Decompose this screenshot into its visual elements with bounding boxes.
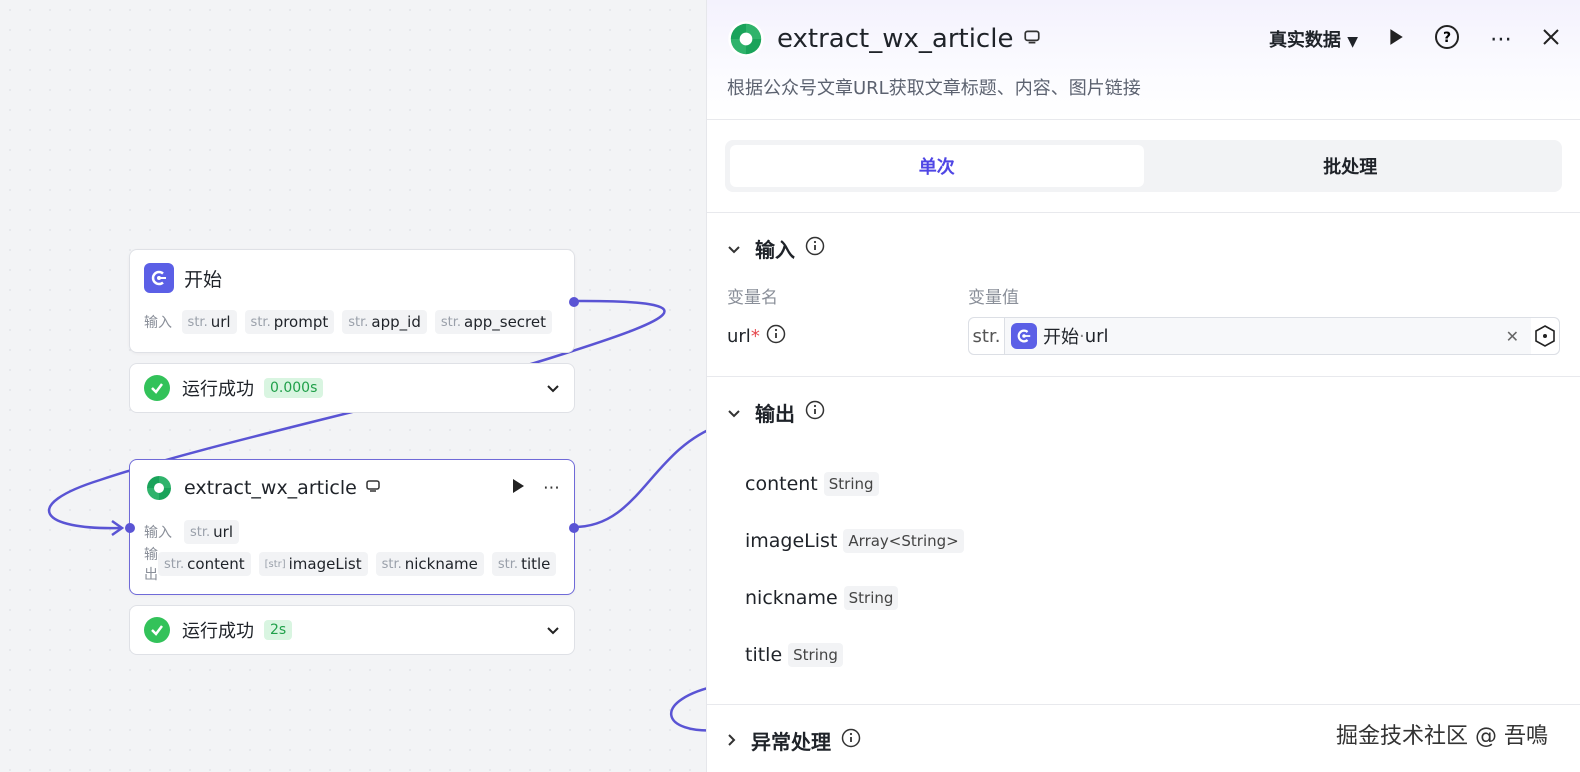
plugin-badge-icon: [1023, 28, 1041, 50]
wechat-plugin-icon: [144, 473, 174, 503]
start-node[interactable]: 开始 输入 str. url str. prompt str. app_id str.…: [129, 249, 579, 353]
panel-title: extract_wx_article: [777, 24, 1014, 54]
edge-arrow: [111, 519, 125, 537]
tab-batch[interactable]: 批处理: [1144, 145, 1558, 187]
node-detail-panel: extract_wx_article 真实数据 ▼ ? ⋯ 根据公众号文章URL…: [706, 0, 1580, 772]
col-name-header: 变量名: [727, 288, 778, 308]
output-item: content String: [745, 455, 1542, 512]
caret-down-icon: ▼: [1347, 34, 1358, 50]
ref-var-name: url: [1084, 325, 1109, 347]
watermark: 掘金技术社区 @ 吾鳴: [1336, 724, 1548, 749]
plugin-input-port[interactable]: [125, 523, 135, 533]
panel-description: 根据公众号文章URL获取文章标题、内容、图片链接: [727, 78, 1141, 99]
start-icon: [144, 263, 174, 293]
input-var-name: url: [727, 325, 751, 347]
plugin-output-chip: str. nickname: [375, 552, 484, 576]
plugin-output-chip: [str] imageList: [258, 552, 368, 576]
plugin-output-port[interactable]: [569, 523, 579, 533]
start-input-chip: str. app_secret: [434, 310, 552, 334]
plugin-output-chip: str. title: [491, 552, 557, 576]
input-section-title: 输入: [755, 237, 795, 262]
plugin-status[interactable]: 运行成功 2s: [129, 605, 575, 655]
input-section-header[interactable]: 输入: [727, 213, 1560, 283]
success-check-icon: [144, 617, 170, 643]
start-input-chip: str. app_id: [342, 310, 427, 334]
chevron-right-icon[interactable]: [727, 728, 737, 752]
plugin-badge-icon: [365, 478, 381, 498]
output-item: title String: [745, 626, 1542, 683]
help-icon[interactable]: ?: [1434, 24, 1460, 55]
output-section: 输出 content String imageList Array<String> …: [707, 377, 1580, 705]
status-time-badge: 2s: [264, 620, 293, 640]
close-icon[interactable]: [1542, 28, 1560, 51]
run-icon[interactable]: [1388, 28, 1404, 51]
plugin-output-chip: str. content: [158, 552, 251, 576]
status-text: 运行成功: [182, 621, 254, 642]
start-output-port[interactable]: [569, 297, 579, 307]
output-item: imageList Array<String>: [745, 512, 1542, 569]
more-icon[interactable]: ⋯: [1490, 27, 1512, 52]
edge-plugin-out: [573, 423, 720, 529]
svg-text:?: ?: [1443, 30, 1451, 46]
ref-node-name: 开始: [1043, 327, 1079, 348]
start-status[interactable]: 运行成功 0.000s: [129, 363, 575, 413]
panel-header: extract_wx_article 真实数据 ▼ ? ⋯ 根据公众号文章URL…: [707, 0, 1580, 120]
col-value-header: 变量值: [968, 288, 1019, 308]
start-input-label: 输入: [144, 315, 172, 331]
info-icon[interactable]: [766, 324, 786, 349]
variable-picker-icon[interactable]: [1531, 318, 1559, 354]
output-section-title: 输出: [755, 401, 795, 426]
status-text: 运行成功: [182, 379, 254, 400]
variable-reference: 开始 · url: [1011, 323, 1109, 349]
chevron-down-icon[interactable]: [727, 236, 741, 260]
output-item: nickname String: [745, 569, 1542, 626]
plugin-input-label: 输入: [144, 525, 172, 541]
input-row-url: url * str. 开始 · url ✕: [727, 307, 1560, 365]
required-mark: *: [750, 325, 760, 347]
plugin-input-chip: str. url: [184, 520, 239, 544]
plugin-node-title: extract_wx_article: [184, 477, 357, 499]
data-mode-select[interactable]: 真实数据 ▼: [1269, 26, 1358, 52]
input-section: 输入 变量名 变量值 url * str. 开始 · url ✕: [707, 213, 1580, 377]
start-icon: [1011, 323, 1037, 349]
type-select[interactable]: str.: [969, 318, 1005, 354]
clear-icon[interactable]: ✕: [1506, 327, 1519, 346]
chevron-down-icon[interactable]: [727, 400, 741, 424]
start-input-chip: str. prompt: [244, 310, 335, 334]
plugin-output-label: 输出: [144, 547, 158, 583]
info-icon[interactable]: [805, 236, 825, 261]
chevron-down-icon[interactable]: [546, 621, 560, 640]
error-section-title: 异常处理: [751, 729, 831, 754]
run-icon[interactable]: [511, 478, 525, 499]
success-check-icon: [144, 375, 170, 401]
info-icon[interactable]: [805, 400, 825, 425]
start-node-title: 开始: [184, 268, 223, 291]
start-input-chip: str. url: [181, 310, 237, 334]
workflow-canvas[interactable]: 开始 输入 str. url str. prompt str. app_id str.…: [0, 0, 720, 772]
variable-value-input[interactable]: str. 开始 · url ✕: [968, 317, 1560, 355]
plugin-node[interactable]: extract_wx_article ⋯ 输入 str. url 输出 str. c…: [125, 459, 579, 595]
info-icon[interactable]: [841, 728, 861, 753]
mode-tabs: 单次 批处理: [707, 120, 1580, 213]
tab-single[interactable]: 单次: [730, 145, 1144, 187]
status-time-badge: 0.000s: [264, 378, 324, 398]
chevron-down-icon[interactable]: [546, 379, 560, 398]
more-icon[interactable]: ⋯: [543, 478, 560, 498]
wechat-plugin-icon: [727, 20, 765, 58]
output-section-header[interactable]: 输出: [727, 377, 1560, 447]
